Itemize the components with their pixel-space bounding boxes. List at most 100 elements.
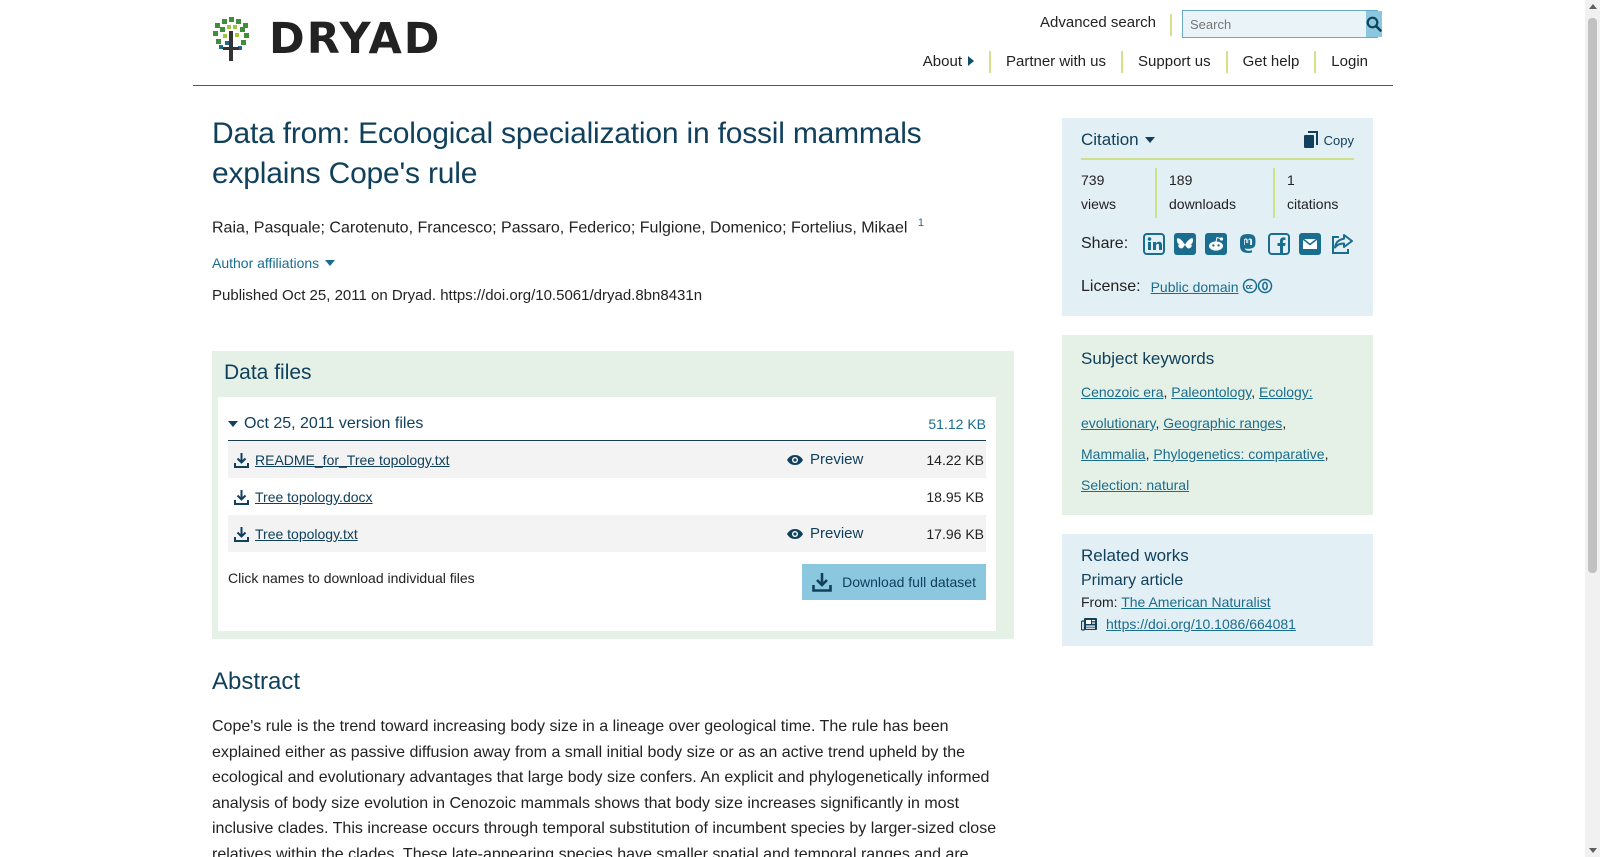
citations-label: citations: [1287, 196, 1339, 212]
file-row: Tree topology.txt Preview 17.96 KB: [228, 515, 986, 552]
nav-login[interactable]: Login: [1314, 51, 1383, 73]
downloads-label: downloads: [1169, 196, 1236, 212]
nav-support[interactable]: Support us: [1121, 51, 1226, 73]
data-files-panel: Data files Oct 25, 2011 version files 51…: [212, 351, 1014, 639]
scroll-thumb[interactable]: [1588, 18, 1597, 573]
related-from: From: The American Naturalist: [1081, 594, 1354, 610]
caret-down-icon: [228, 420, 238, 427]
mastodon-icon[interactable]: [1236, 232, 1259, 256]
page-scrollbar[interactable]: [1585, 0, 1600, 857]
nav-about[interactable]: About: [908, 51, 989, 73]
views-label: views: [1081, 196, 1117, 212]
eye-icon: [787, 454, 803, 465]
citations-metric: 1 citations: [1273, 168, 1338, 218]
version-size: 51.12 KB: [928, 415, 986, 432]
affiliation-ref-link[interactable]: 1: [918, 217, 924, 229]
scroll-up-arrow-icon[interactable]: [1589, 4, 1597, 9]
keywords-list: Cenozoic era, Paleontology, Ecology: evo…: [1081, 384, 1329, 493]
keywords-heading: Subject keywords: [1081, 349, 1215, 368]
download-hint: Click names to download individual files: [228, 570, 475, 586]
keyword-link[interactable]: Selection: natural: [1081, 477, 1189, 493]
download-icon: [234, 526, 249, 542]
license-label: License:: [1081, 278, 1141, 295]
file-size: 17.96 KB: [926, 525, 984, 542]
preview-button[interactable]: Preview: [786, 451, 904, 468]
email-icon[interactable]: [1299, 232, 1322, 256]
download-dataset-label: Download full dataset: [842, 574, 976, 590]
preview-label: Preview: [810, 451, 864, 468]
downloads-count: 189: [1169, 172, 1193, 188]
downloads-metric: 189 downloads: [1155, 168, 1273, 218]
citation-toggle[interactable]: Citation: [1081, 130, 1155, 150]
file-name: Tree topology.docx: [255, 488, 373, 505]
share-label: Share:: [1081, 235, 1129, 252]
abstract-heading: Abstract: [212, 668, 301, 695]
copy-icon: [1303, 131, 1318, 148]
bluesky-icon[interactable]: [1173, 232, 1197, 256]
scroll-down-arrow-icon[interactable]: [1589, 848, 1597, 853]
caret-down-icon: [325, 260, 336, 267]
preview-button[interactable]: Preview: [786, 525, 904, 542]
data-files-heading: Data files: [224, 361, 312, 384]
preview-label: Preview: [810, 525, 864, 542]
abstract-section: Abstract Cope's rule is the trend toward…: [212, 668, 1012, 857]
cc0-icon: cc: [1242, 278, 1274, 297]
published-info: Published Oct 25, 2011 on Dryad. https:/…: [212, 287, 703, 305]
citation-label: Citation: [1081, 130, 1139, 149]
keywords-card: Subject keywords Cenozoic era, Paleontol…: [1062, 335, 1373, 515]
version-toggle[interactable]: Oct 25, 2011 version files: [228, 415, 423, 433]
related-works-heading: Related works: [1081, 546, 1189, 565]
article-icon: [1081, 618, 1097, 631]
facebook-icon[interactable]: [1267, 232, 1291, 256]
license-link[interactable]: Public domain: [1151, 279, 1239, 295]
version-row[interactable]: Oct 25, 2011 version files 51.12 KB: [228, 411, 986, 441]
authors-text: Raia, Pasquale; Carotenuto, Francesco; P…: [212, 219, 908, 237]
svg-text:cc: cc: [1245, 283, 1252, 291]
keyword-link[interactable]: Phylogenetics: comparative: [1153, 446, 1324, 462]
share-icon[interactable]: [1330, 232, 1354, 256]
dataset-main: Data from: Ecological specialization in …: [212, 114, 1012, 304]
keyword-link[interactable]: Mammalia: [1081, 446, 1146, 462]
page-title: Data from: Ecological specialization in …: [212, 117, 922, 190]
reddit-icon[interactable]: [1205, 232, 1228, 256]
sidebar: Citation Copy 739 views 189 downloads 1 …: [1062, 118, 1373, 665]
search-input[interactable]: [1183, 11, 1366, 37]
keyword-link[interactable]: Geographic ranges: [1163, 415, 1282, 431]
citations-count: 1: [1287, 172, 1295, 188]
related-doi-link[interactable]: https://doi.org/10.1086/664081: [1106, 616, 1296, 632]
author-list: Raia, Pasquale; Carotenuto, Francesco; P…: [212, 214, 1012, 237]
nav-partner[interactable]: Partner with us: [988, 51, 1121, 73]
copy-label: Copy: [1323, 132, 1354, 148]
author-affiliations-toggle[interactable]: Author affiliations: [212, 255, 336, 271]
file-download-link[interactable]: Tree topology.docx: [234, 489, 786, 505]
file-download-link[interactable]: Tree topology.txt: [234, 526, 786, 542]
dryad-logo[interactable]: DRYAD: [213, 16, 441, 62]
share-row: Share:: [1081, 226, 1354, 262]
nav-help[interactable]: Get help: [1225, 51, 1315, 73]
search-button[interactable]: [1366, 11, 1382, 37]
keyword-link[interactable]: Paleontology: [1171, 384, 1251, 400]
citation-header: Citation Copy: [1081, 130, 1354, 160]
primary-article-label: Primary article: [1081, 572, 1184, 589]
journal-link[interactable]: The American Naturalist: [1121, 594, 1270, 610]
related-works-card: Related works Primary article From: The …: [1062, 534, 1373, 646]
copy-citation-button[interactable]: Copy: [1303, 131, 1354, 149]
file-row: Tree topology.docx 18.95 KB: [228, 478, 986, 515]
eye-icon: [787, 528, 803, 539]
views-count: 739: [1081, 172, 1105, 188]
keyword-link[interactable]: Cenozoic era: [1081, 384, 1164, 400]
from-label: From:: [1081, 594, 1118, 610]
download-dataset-button[interactable]: Download full dataset: [802, 564, 986, 600]
caret-right-icon: [967, 56, 974, 66]
file-row: README_for_Tree topology.txt Preview 14.…: [228, 441, 986, 478]
download-icon: [234, 452, 249, 468]
version-label: Oct 25, 2011 version files: [244, 414, 424, 432]
views-metric: 739 views: [1081, 168, 1155, 218]
logo-wordmark: DRYAD: [269, 14, 442, 64]
file-download-link[interactable]: README_for_Tree topology.txt: [234, 452, 786, 468]
related-doi-row: https://doi.org/10.1086/664081: [1081, 616, 1354, 632]
linkedin-icon[interactable]: [1142, 232, 1165, 256]
download-icon: [812, 573, 832, 592]
advanced-search-link[interactable]: Advanced search: [1040, 14, 1172, 36]
caret-down-icon: [1144, 137, 1155, 143]
